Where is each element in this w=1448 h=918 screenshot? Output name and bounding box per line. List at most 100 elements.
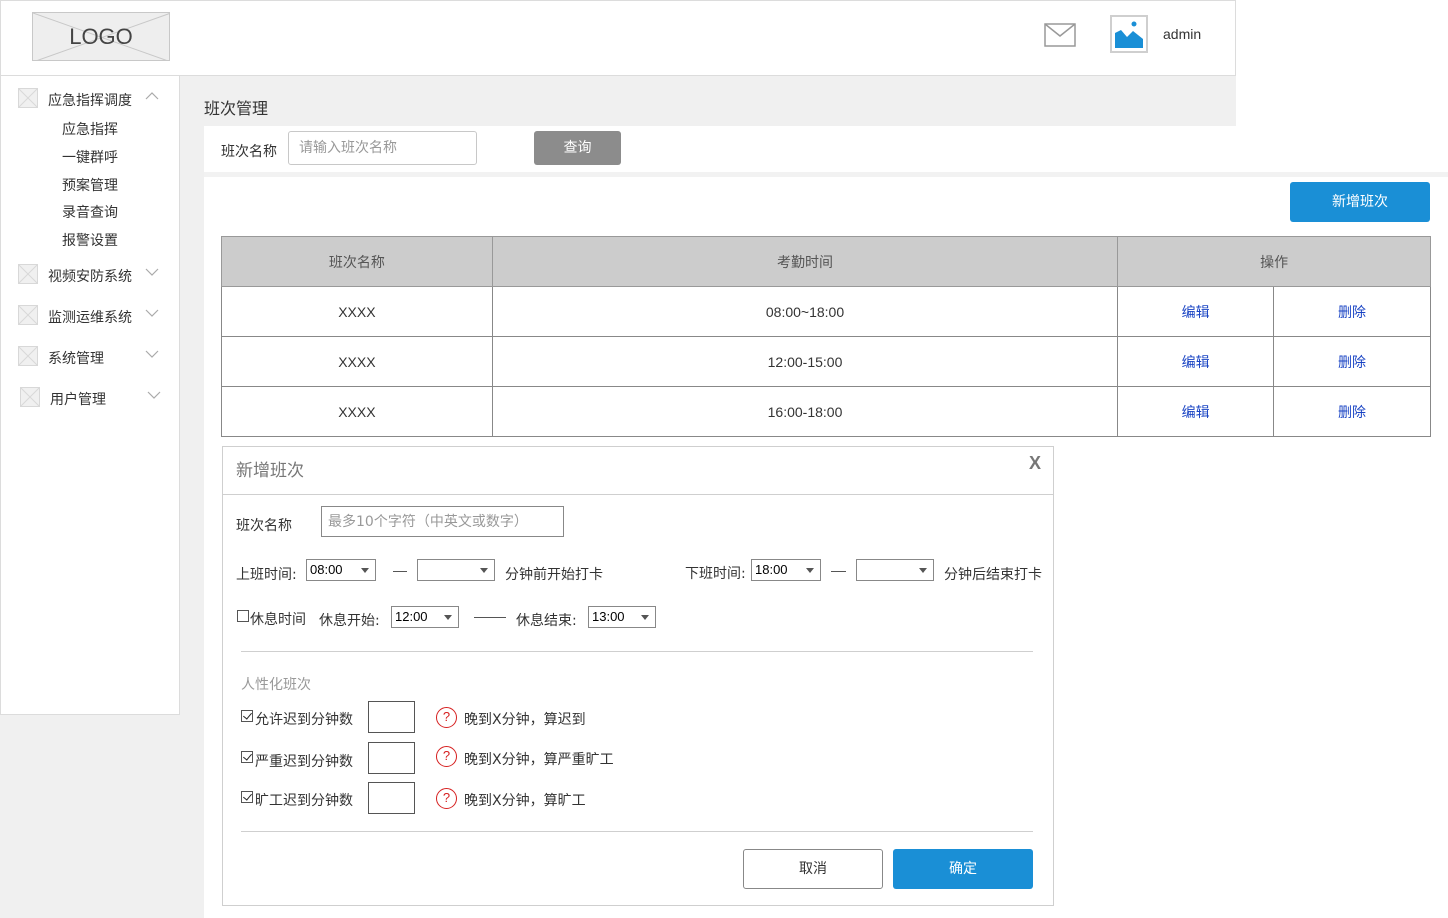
placeholder-icon	[20, 387, 40, 407]
cell-shift-time: 16:00-18:00	[491, 386, 1119, 437]
cell-shift-name: XXXX	[221, 336, 493, 387]
start-time-label: 上班时间:	[236, 567, 297, 583]
rest-end-label: 休息结束:	[516, 613, 577, 629]
rest-time-label: 休息时间	[250, 612, 306, 628]
range-dash	[831, 571, 846, 572]
edit-link[interactable]: 编辑	[1117, 286, 1275, 337]
shift-table: 班次名称 考勤时间 操作 XXXX 08:00~18:00 编辑 删除 XXXX…	[221, 236, 1431, 437]
sidebar-group-monitoring[interactable]: 监测运维系统	[1, 303, 179, 329]
sidebar-item-plans[interactable]: 预案管理	[62, 175, 118, 195]
mail-icon[interactable]	[1044, 23, 1076, 47]
end-time-value: 18:00	[755, 562, 788, 577]
allow-late-checkbox[interactable]	[241, 710, 253, 722]
placeholder-icon	[18, 305, 38, 325]
cell-shift-name: XXXX	[221, 286, 493, 337]
dropdown-arrow-icon	[919, 568, 927, 573]
dropdown-arrow-icon	[806, 568, 814, 573]
shift-name-label: 班次名称	[236, 518, 292, 534]
humanized-section-title: 人性化班次	[241, 677, 311, 693]
absent-late-checkbox[interactable]	[241, 791, 253, 803]
sidebar-group-system[interactable]: 系统管理	[1, 344, 179, 370]
start-time-select[interactable]: 08:00	[306, 559, 376, 581]
table-row: XXXX 12:00-15:00 编辑 删除	[221, 336, 1431, 387]
query-button[interactable]: 查询	[534, 131, 621, 165]
start-time-value: 08:00	[310, 562, 343, 577]
chevron-up-icon	[145, 92, 159, 100]
logo[interactable]: LOGO	[32, 12, 170, 61]
absent-late-hint: 晚到X分钟，算旷工	[464, 793, 586, 809]
column-header-actions: 操作	[1117, 236, 1431, 287]
end-time-select[interactable]: 18:00	[751, 559, 821, 581]
end-suffix-label: 分钟后结束打卡	[944, 567, 1042, 583]
delete-link[interactable]: 删除	[1273, 386, 1431, 437]
chevron-down-icon	[145, 268, 159, 276]
range-dash	[393, 571, 407, 572]
placeholder-icon	[18, 346, 38, 366]
delete-link[interactable]: 删除	[1273, 336, 1431, 387]
rest-start-select[interactable]: 12:00	[391, 606, 459, 628]
sidebar-group-label: 视频安防系统	[48, 269, 132, 285]
allow-late-hint: 晚到X分钟，算迟到	[464, 712, 586, 728]
help-icon[interactable]: ?	[436, 746, 457, 767]
end-time-label: 下班时间:	[685, 566, 746, 582]
cancel-button[interactable]: 取消	[743, 849, 883, 889]
add-shift-button[interactable]: 新增班次	[1290, 182, 1430, 222]
allow-late-minutes-input[interactable]	[368, 701, 415, 733]
username[interactable]: admin	[1163, 26, 1201, 42]
placeholder-icon	[18, 88, 38, 108]
confirm-button[interactable]: 确定	[893, 849, 1033, 889]
dropdown-arrow-icon	[361, 568, 369, 573]
sidebar-item-recordings[interactable]: 录音查询	[62, 202, 118, 222]
end-minutes-select[interactable]	[856, 559, 934, 581]
section-divider	[241, 651, 1033, 652]
sidebar-item-group-call[interactable]: 一键群呼	[62, 147, 118, 167]
chevron-down-icon	[145, 309, 159, 317]
table-row: XXXX 16:00-18:00 编辑 删除	[221, 386, 1431, 437]
shift-name-input[interactable]	[321, 506, 564, 537]
serious-late-hint: 晚到X分钟，算严重旷工	[464, 752, 614, 768]
dropdown-arrow-icon	[444, 615, 452, 620]
content-background	[180, 76, 1236, 126]
rest-time-checkbox[interactable]	[237, 610, 249, 622]
sidebar-group-emergency[interactable]: 应急指挥调度	[1, 86, 179, 112]
sidebar-footer-background	[0, 715, 204, 918]
start-suffix-label: 分钟前开始打卡	[505, 567, 603, 583]
serious-late-label: 严重迟到分钟数	[255, 754, 353, 770]
sidebar-item-command[interactable]: 应急指挥	[62, 119, 118, 139]
cell-shift-name: XXXX	[221, 386, 493, 437]
serious-late-checkbox[interactable]	[241, 751, 253, 763]
top-header: LOGO admin	[0, 0, 1236, 76]
serious-late-minutes-input[interactable]	[368, 742, 415, 774]
chevron-down-icon	[147, 391, 161, 399]
help-icon[interactable]: ?	[436, 788, 457, 809]
column-header-time: 考勤时间	[491, 236, 1119, 287]
logo-text: LOGO	[69, 24, 133, 49]
page-title: 班次管理	[204, 99, 269, 118]
sidebar-group-label: 用户管理	[50, 392, 106, 408]
help-icon[interactable]: ?	[436, 707, 457, 728]
close-icon[interactable]: X	[1029, 453, 1041, 474]
sidebar-group-label: 监测运维系统	[48, 310, 132, 326]
sidebar-group-video[interactable]: 视频安防系统	[1, 262, 179, 288]
sidebar-item-alarm-settings[interactable]: 报警设置	[62, 230, 118, 250]
dialog-title: 新增班次	[236, 461, 304, 481]
table-header-row: 班次名称 考勤时间 操作	[221, 236, 1431, 287]
edit-link[interactable]: 编辑	[1117, 336, 1275, 387]
rest-start-value: 12:00	[395, 609, 428, 624]
search-label: 班次名称	[221, 144, 277, 160]
sidebar-group-label: 应急指挥调度	[48, 93, 132, 109]
table-row: XXXX 08:00~18:00 编辑 删除	[221, 286, 1431, 337]
sidebar: 应急指挥调度 应急指挥 一键群呼 预案管理 录音查询 报警设置 视频安防系统 监…	[0, 75, 180, 715]
edit-link[interactable]: 编辑	[1117, 386, 1275, 437]
footer-divider	[241, 831, 1033, 832]
cell-shift-time: 08:00~18:00	[491, 286, 1119, 337]
shift-name-search-input[interactable]	[288, 131, 477, 165]
start-minutes-select[interactable]	[417, 559, 495, 581]
delete-link[interactable]: 删除	[1273, 286, 1431, 337]
rest-end-select[interactable]: 13:00	[588, 606, 656, 628]
sidebar-group-users[interactable]: 用户管理	[1, 385, 179, 411]
dropdown-arrow-icon	[480, 568, 488, 573]
section-divider	[204, 172, 1448, 177]
avatar[interactable]	[1110, 15, 1148, 53]
absent-late-minutes-input[interactable]	[368, 782, 415, 814]
